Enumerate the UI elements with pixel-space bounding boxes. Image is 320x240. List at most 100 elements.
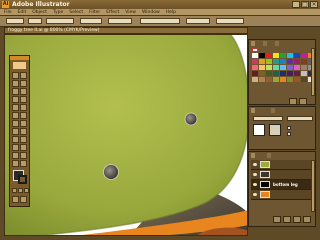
menu-window[interactable]: Window [142,10,160,15]
full-screen-mode-icon[interactable] [20,196,27,203]
direct-selection-tool-icon[interactable] [20,72,27,79]
swatch[interactable] [301,59,307,64]
swatch[interactable] [280,59,286,64]
free-transform-tool-icon[interactable] [20,120,27,127]
pen-tool-icon[interactable] [12,88,19,95]
brushes-tab[interactable] [263,41,267,46]
color-mode-icon[interactable] [12,188,17,193]
swatch[interactable] [301,71,307,76]
layer-row[interactable] [251,190,311,200]
swatch[interactable] [287,71,293,76]
gradient-mode-icon[interactable] [18,188,23,193]
menu-file[interactable]: File [4,10,12,15]
swatch[interactable] [266,59,272,64]
swatch[interactable] [280,71,286,76]
menu-help[interactable]: Help [166,10,176,15]
workspace-selector[interactable] [216,18,244,24]
new-layer-icon[interactable] [293,216,301,223]
maximize-icon[interactable]: □ [301,1,309,8]
layer-row-selected[interactable]: bottom leg [251,180,311,190]
swatches-scrollbar[interactable] [311,48,315,96]
eye-icon[interactable] [253,183,257,186]
scale-tool-icon[interactable] [20,112,27,119]
layers-tab[interactable] [251,153,255,158]
eye-icon[interactable] [253,173,257,176]
swatch-none[interactable] [252,48,258,52]
swatch[interactable] [266,53,272,58]
swatch[interactable] [280,53,286,58]
lasso-tool-icon[interactable] [20,80,27,87]
tools-panel-header[interactable] [10,56,29,60]
stroke-tab[interactable] [271,108,275,113]
transparency-tab[interactable] [251,108,255,113]
symbols-tab[interactable] [275,41,279,46]
layer-row[interactable] [251,170,311,180]
opacity-dropdown[interactable] [287,116,313,121]
type-tool-icon[interactable] [20,88,27,95]
swatch[interactable] [294,65,300,70]
document-tab[interactable]: froggy tree II.ai @ 800% (CMYK/Preview) [4,27,248,34]
menu-filter[interactable]: Filter [89,10,100,15]
fill-stroke-swatch[interactable] [13,170,27,184]
swatch[interactable] [259,53,265,58]
gradient-tool-icon[interactable] [20,136,27,143]
clip-checkbox[interactable] [287,126,291,130]
swatch[interactable] [280,65,286,70]
make-clipping-mask-icon[interactable] [273,216,281,223]
swatch[interactable] [266,77,272,82]
swatch[interactable] [259,65,265,70]
swatch[interactable] [287,65,293,70]
menu-view[interactable]: View [125,10,136,15]
selection-tool-icon[interactable] [12,72,19,79]
swatch[interactable] [273,59,279,64]
swatch[interactable] [294,59,300,64]
swatch[interactable] [280,77,286,82]
swatch[interactable] [266,71,272,76]
trash-icon[interactable] [303,216,311,223]
paintbrush-tool-icon[interactable] [12,104,19,111]
swatch[interactable] [259,77,265,82]
warp-tool-icon[interactable] [12,120,19,127]
pencil-tool-icon[interactable] [20,104,27,111]
swatch[interactable] [287,77,293,82]
graph-tool-icon[interactable] [20,128,27,135]
menu-object[interactable]: Object [32,10,47,15]
menu-effect[interactable]: Effect [106,10,119,15]
invert-mask-checkbox[interactable] [287,132,291,136]
hand-tool-icon[interactable] [12,160,19,167]
rectangle-tool-icon[interactable] [20,96,27,103]
line-tool-icon[interactable] [12,96,19,103]
swatch[interactable] [294,53,300,58]
minimize-icon[interactable]: _ [292,1,300,8]
stroke-selector[interactable] [28,18,42,24]
swatch[interactable] [294,77,300,82]
swatch[interactable] [252,65,258,70]
new-sublayer-icon[interactable] [283,216,291,223]
swatch[interactable] [273,71,279,76]
rotate-tool-icon[interactable] [12,112,19,119]
style-selector[interactable] [80,18,102,24]
swatch[interactable] [259,71,265,76]
blend-tool-icon[interactable] [20,144,27,151]
symbol-sprayer-tool-icon[interactable] [12,128,19,135]
swatch[interactable] [301,77,307,82]
swatch[interactable] [273,77,279,82]
magic-wand-tool-icon[interactable] [12,80,19,87]
trash-icon[interactable] [299,98,307,105]
swatch[interactable] [301,53,307,58]
swatch[interactable] [273,53,279,58]
mesh-tool-icon[interactable] [12,136,19,143]
actions-tab[interactable] [267,153,271,158]
swatches-tab[interactable] [251,41,255,46]
none-mode-icon[interactable] [24,188,29,193]
eye-icon[interactable] [253,163,257,166]
swatch[interactable] [273,65,279,70]
slice-tool-icon[interactable] [20,152,27,159]
menu-select[interactable]: Select [69,10,83,15]
layer-row[interactable] [251,160,311,170]
swatch[interactable] [252,53,258,58]
swatch[interactable] [259,59,265,64]
layers-scrollbar[interactable] [311,160,315,212]
swatch[interactable] [294,71,300,76]
swatch[interactable] [301,65,307,70]
